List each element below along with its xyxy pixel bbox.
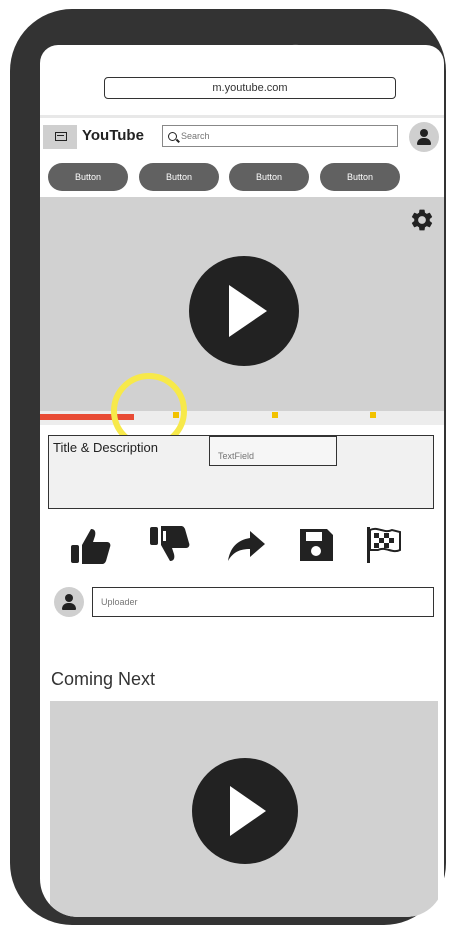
chip-button-1[interactable]: Button bbox=[48, 163, 128, 191]
chip-button-4[interactable]: Button bbox=[320, 163, 400, 191]
account-avatar[interactable] bbox=[409, 122, 439, 152]
thumbs-down-icon[interactable] bbox=[148, 523, 192, 567]
next-play-button[interactable] bbox=[192, 758, 298, 864]
report-flag-icon[interactable] bbox=[362, 523, 406, 567]
video-title: Title & Description bbox=[53, 440, 158, 455]
address-bar[interactable]: m.youtube.com bbox=[104, 77, 396, 99]
gear-icon[interactable] bbox=[409, 207, 435, 233]
chip-button-3[interactable]: Button bbox=[229, 163, 309, 191]
brand-name[interactable]: YouTube bbox=[82, 127, 144, 144]
share-icon[interactable] bbox=[224, 523, 268, 567]
thumbs-up-icon[interactable] bbox=[69, 523, 113, 567]
uploader-field[interactable] bbox=[92, 587, 434, 617]
phone-frame: m.youtube.com YouTube Button Button Butt… bbox=[10, 9, 446, 925]
play-icon bbox=[230, 786, 266, 836]
coming-next-heading: Coming Next bbox=[51, 669, 156, 689]
search-bar[interactable] bbox=[162, 125, 398, 147]
chip-button-2[interactable]: Button bbox=[139, 163, 219, 191]
user-icon bbox=[62, 594, 76, 610]
play-button[interactable] bbox=[189, 256, 299, 366]
image-icon bbox=[55, 132, 67, 141]
search-icon bbox=[168, 132, 177, 141]
youtube-logo-icon[interactable] bbox=[43, 125, 77, 149]
search-input[interactable] bbox=[181, 126, 391, 146]
phone-screen: m.youtube.com YouTube Button Button Butt… bbox=[40, 45, 444, 917]
play-icon bbox=[229, 285, 267, 337]
save-icon[interactable] bbox=[294, 523, 338, 567]
chapter-marker[interactable] bbox=[272, 412, 278, 418]
description-textfield[interactable] bbox=[209, 436, 337, 466]
title-description-panel: Title & Description bbox=[48, 435, 434, 509]
user-icon bbox=[417, 129, 431, 145]
uploader-avatar[interactable] bbox=[54, 587, 84, 617]
divider bbox=[40, 115, 444, 118]
chapter-marker[interactable] bbox=[370, 412, 376, 418]
